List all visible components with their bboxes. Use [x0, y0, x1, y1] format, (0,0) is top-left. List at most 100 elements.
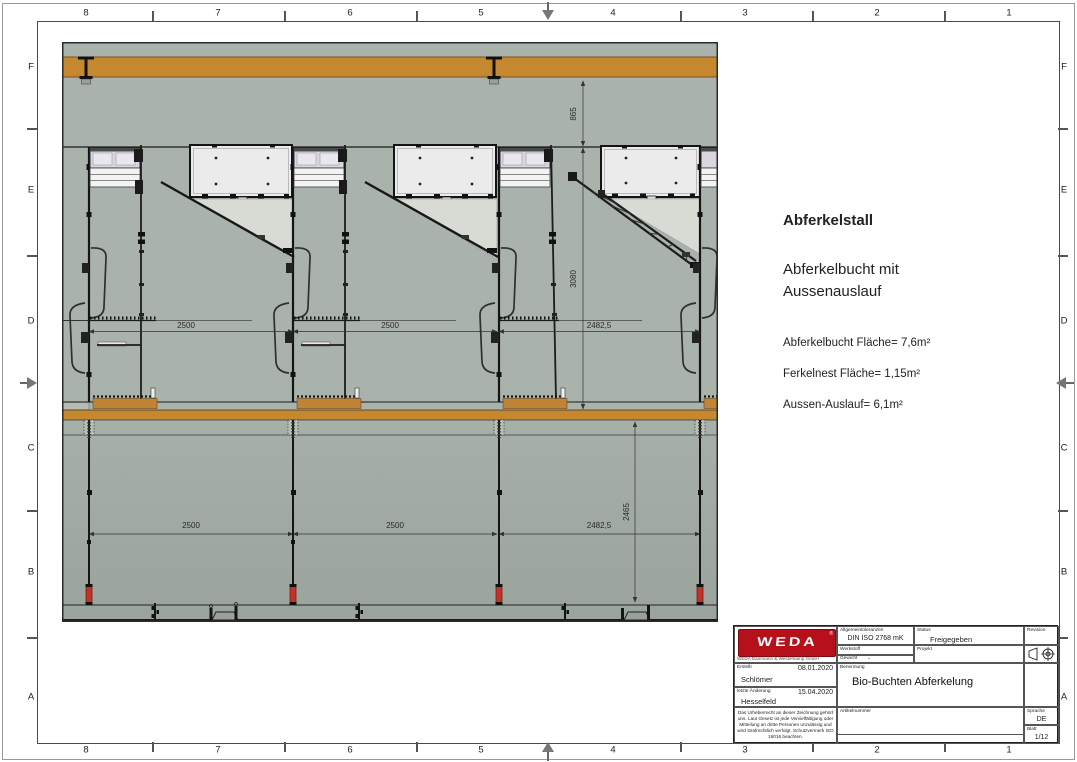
- drawing-sheet: 8 7 6 5 4 3 2 1 8 7 6 5 4 3 2 1 F E D C …: [0, 0, 1077, 762]
- notes-title: Abferkelstall: [783, 212, 1043, 229]
- last-change-cell: letzte Änderung 15.04.2020 Hesselfeld: [734, 687, 837, 707]
- sheet-value: 1/12: [1025, 734, 1058, 741]
- frame-tick: [152, 11, 154, 21]
- frame-tick: [944, 11, 946, 21]
- copyright-text: Das Urheberrecht an dieser Zeichnung geh…: [735, 708, 836, 741]
- frame-tick: [27, 255, 37, 257]
- material-cell: Werkstoff: [837, 645, 914, 655]
- frame-col-label: 1: [1006, 745, 1011, 756]
- dim-run-width: 2482,5: [587, 521, 612, 530]
- frame-tick: [1058, 510, 1068, 512]
- article-number-cell: Artikelnummer: [837, 707, 1024, 744]
- weda-logo-text: WEDA: [756, 636, 818, 650]
- center-mark-bottom-arrow-icon: [542, 742, 554, 752]
- frame-row-label: A: [28, 692, 34, 703]
- frame-col-label: 5: [478, 8, 483, 19]
- sheet-label: Blatt: [1027, 727, 1037, 732]
- copyright-cell: Das Urheberrecht an dieser Zeichnung geh…: [734, 707, 837, 744]
- frame-col-label: 5: [478, 745, 483, 756]
- frame-row-label: F: [28, 62, 34, 73]
- center-mark-left-arrow-icon: [27, 377, 37, 389]
- frame-row-label: B: [1061, 567, 1067, 578]
- frame-row-label: F: [1061, 62, 1067, 73]
- frame-tick: [416, 11, 418, 21]
- center-mark-right: [1066, 382, 1074, 384]
- name-label: Benennung: [840, 665, 865, 670]
- frame-col-label: 8: [83, 8, 88, 19]
- sheet-cell: Blatt 1/12: [1024, 725, 1059, 744]
- status-cell: Status Freigegeben: [914, 626, 1024, 645]
- svg-text:3080: 3080: [569, 270, 578, 288]
- tolerances-cell: Allgemeintoleranzen DIN ISO 2768 mK: [837, 626, 914, 645]
- project-label: Projekt: [917, 647, 932, 652]
- registered-mark: ®: [829, 631, 833, 637]
- frame-col-label: 2: [874, 745, 879, 756]
- company-name: WEDA Dammann & Westerkamp GmbH: [737, 656, 819, 661]
- center-mark-right-arrow-icon: [1056, 377, 1066, 389]
- project-cell: Projekt: [914, 645, 1024, 663]
- article-number-label: Artikelnummer: [840, 709, 871, 714]
- frame-col-label: 3: [742, 745, 747, 756]
- frame-col-label: 4: [610, 8, 615, 19]
- frame-tick: [680, 11, 682, 21]
- notes-area-pen: Abferkelbucht Fläche= 7,6m²: [783, 337, 1043, 349]
- cad-drawing-canvas: 2500 2500: [62, 42, 718, 622]
- created-date: 08.01.2020: [798, 665, 833, 672]
- material-label: Werkstoff: [840, 647, 860, 652]
- last-change-label: letzte Änderung: [737, 689, 771, 694]
- projection-method-icon: [1025, 646, 1058, 662]
- revision-label: Revision: [1027, 628, 1045, 633]
- wood-beam: [62, 57, 718, 77]
- frame-col-label: 6: [347, 745, 352, 756]
- dim-pen-width: 2482,5: [587, 321, 612, 330]
- frame-tick: [152, 742, 154, 752]
- notes-area-run: Aussen-Auslauf= 6,1m²: [783, 399, 1043, 411]
- frame-row-label: C: [28, 443, 35, 454]
- frame-col-label: 2: [874, 8, 879, 19]
- dim-run-depth: 2465: [622, 503, 631, 521]
- weight-label: Gewicht: [840, 656, 857, 661]
- frame-tick: [27, 510, 37, 512]
- created-cell: Erstellt 08.01.2020 Schlömer: [734, 663, 837, 687]
- status-label: Status: [917, 628, 931, 633]
- frame-tick: [1058, 255, 1068, 257]
- frame-tick: [284, 11, 286, 21]
- notes-subtitle-line1: Abferkelbucht mit: [783, 259, 1043, 281]
- frame-col-label: 7: [215, 8, 220, 19]
- frame-col-label: 3: [742, 8, 747, 19]
- frame-row-label: B: [28, 567, 34, 578]
- frame-row-label: C: [1061, 443, 1068, 454]
- notes-subtitle: Abferkelbucht mit Aussenauslauf: [783, 259, 1043, 303]
- article-number-divider: [838, 734, 1023, 735]
- projection-cell: [1024, 645, 1059, 663]
- frame-tick: [812, 11, 814, 21]
- notes-subtitle-line2: Aussenauslauf: [783, 281, 1043, 303]
- tolerances-value: DIN ISO 2768 mK: [838, 635, 913, 642]
- svg-text:865: 865: [569, 107, 578, 121]
- last-change-date: 15.04.2020: [798, 689, 833, 696]
- name-cell: Benennung Bio-Buchten Abferkelung: [837, 663, 1024, 707]
- weight-value: -: [868, 656, 870, 662]
- frame-col-label: 7: [215, 745, 220, 756]
- frame-col-label: 1: [1006, 8, 1011, 19]
- frame-tick: [680, 742, 682, 752]
- created-by: Schlömer: [741, 675, 773, 684]
- frame-col-label: 6: [347, 8, 352, 19]
- status-value: Freigegeben: [930, 635, 972, 644]
- tolerances-label: Allgemeintoleranzen: [840, 628, 883, 633]
- farrowing-pen-plan: 2500 2500: [62, 42, 718, 622]
- frame-tick: [416, 742, 418, 752]
- weda-logo: WEDA ®: [738, 629, 836, 657]
- language-value: DE: [1025, 716, 1058, 723]
- frame-row-label: E: [1061, 185, 1067, 196]
- frame-tick: [1058, 128, 1068, 130]
- revision-cell: Revision: [1024, 626, 1059, 645]
- frame-row-label: D: [1061, 316, 1068, 327]
- logo-cell: WEDA ® WEDA Dammann & Westerkamp GmbH: [734, 626, 837, 663]
- drawing-name: Bio-Buchten Abferkelung: [852, 676, 973, 688]
- language-label: Sprache: [1027, 709, 1045, 714]
- frame-col-label: 8: [83, 745, 88, 756]
- frame-row-label: A: [1061, 692, 1067, 703]
- drawing-notes: Abferkelstall Abferkelbucht mit Aussenau…: [783, 212, 1043, 430]
- title-block: WEDA ® WEDA Dammann & Westerkamp GmbH Al…: [733, 625, 1058, 743]
